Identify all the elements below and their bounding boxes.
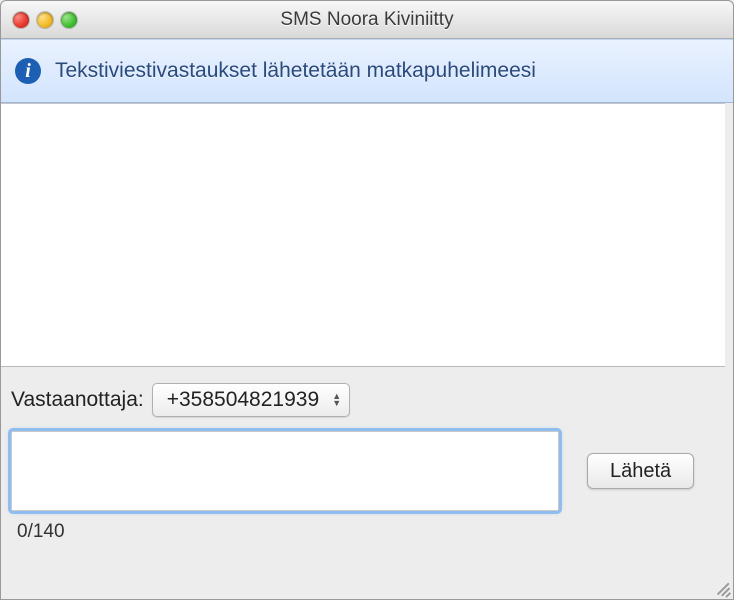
chevron-up-down-icon: ▲▼ [332, 393, 341, 407]
recipient-label: Vastaanottaja: [11, 388, 144, 412]
recipient-row: Vastaanottaja: +358504821939 ▲▼ [11, 383, 721, 417]
resize-grip-icon[interactable] [711, 578, 729, 596]
compose-area: Vastaanottaja: +358504821939 ▲▼ Lähetä 0… [1, 367, 733, 549]
info-icon: i [15, 58, 41, 84]
minimize-icon[interactable] [37, 12, 53, 28]
input-row: Lähetä [11, 431, 721, 511]
titlebar: SMS Noora Kiviniitty [1, 1, 733, 39]
char-counter: 0/140 [17, 521, 721, 543]
message-input[interactable] [11, 431, 559, 511]
message-history [1, 103, 725, 367]
recipient-select[interactable]: +358504821939 ▲▼ [152, 383, 350, 417]
traffic-lights [13, 12, 77, 28]
info-message: Tekstiviestivastaukset lähetetään matkap… [55, 59, 536, 83]
window-title: SMS Noora Kiviniitty [11, 9, 723, 31]
send-button[interactable]: Lähetä [587, 453, 694, 489]
zoom-icon[interactable] [61, 12, 77, 28]
info-bar: i Tekstiviestivastaukset lähetetään matk… [1, 39, 733, 103]
close-icon[interactable] [13, 12, 29, 28]
recipient-value: +358504821939 [167, 388, 319, 412]
